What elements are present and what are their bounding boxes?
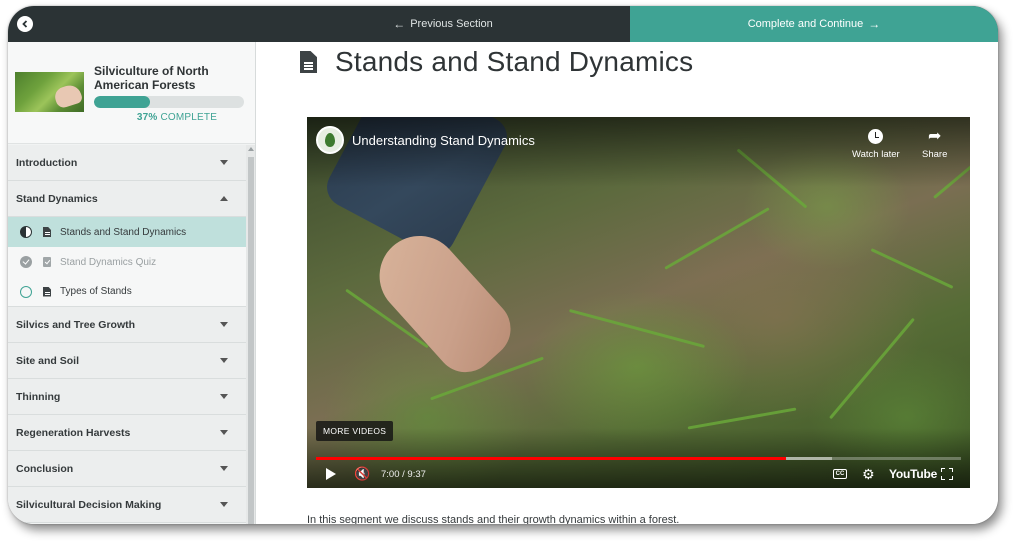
module-stand-dynamics[interactable]: Stand Dynamics	[8, 181, 246, 217]
module-site-and-soil[interactable]: Site and Soil	[8, 343, 246, 379]
module-label: Conclusion	[16, 462, 74, 475]
course-progress-fill	[94, 96, 150, 108]
previous-section-button[interactable]: ← Previous Section	[256, 6, 630, 42]
lesson-content: Stands and Stand Dynamics Understanding …	[256, 42, 998, 524]
lesson-stand-dynamics-quiz[interactable]: Stand Dynamics Quiz	[8, 247, 246, 277]
sidebar-scrollbar-thumb[interactable]	[248, 157, 254, 524]
complete-and-continue-button[interactable]: Complete and Continue →	[630, 6, 998, 42]
module-regeneration-harvests[interactable]: Regeneration Harvests	[8, 415, 246, 451]
video-player[interactable]: Understanding Stand Dynamics Watch later…	[307, 117, 970, 488]
lesson-stands-and-stand-dynamics[interactable]: Stands and Stand Dynamics	[8, 217, 246, 247]
arrow-right-icon: →	[868, 17, 881, 31]
channel-avatar[interactable]	[316, 126, 344, 154]
module-thinning[interactable]: Thinning	[8, 379, 246, 415]
watch-later-label: Watch later	[852, 149, 900, 160]
youtube-logo[interactable]: YouTube	[889, 465, 937, 483]
complete-and-continue-label: Complete and Continue	[747, 18, 864, 30]
module-conclusion[interactable]: Conclusion	[8, 451, 246, 487]
module-label: Stand Dynamics	[16, 192, 98, 205]
course-header: Silviculture of North American Forests 3…	[8, 42, 255, 144]
video-title[interactable]: Understanding Stand Dynamics	[352, 133, 535, 148]
course-thumbnail	[15, 72, 84, 112]
caret-down-icon	[220, 160, 228, 165]
lesson-label: Stand Dynamics Quiz	[60, 256, 157, 268]
gear-icon: ⚙	[862, 465, 875, 482]
module-label: Silvicultural Decision Making	[16, 498, 162, 511]
not-started-icon	[20, 285, 32, 298]
arrow-left-icon: ←	[393, 17, 406, 31]
course-sidebar: Silviculture of North American Forests 3…	[8, 42, 256, 524]
caret-down-icon	[220, 358, 228, 363]
module-label: Regeneration Harvests	[16, 426, 131, 439]
share-icon: ➦	[927, 128, 942, 145]
progress-suffix: COMPLETE	[160, 112, 218, 123]
more-videos-button[interactable]: MORE VIDEOS	[316, 421, 394, 441]
document-icon	[43, 227, 51, 237]
completed-check-icon	[20, 256, 32, 268]
play-icon	[326, 468, 336, 480]
caret-up-icon	[220, 196, 228, 201]
lesson-label: Types of Stands	[60, 286, 132, 297]
lesson-types-of-stands[interactable]: Types of Stands	[8, 277, 246, 307]
leaf-icon	[325, 133, 335, 147]
share-button[interactable]: ➦ Share	[922, 127, 947, 160]
caret-down-icon	[220, 430, 228, 435]
in-progress-icon	[20, 226, 32, 238]
watch-later-button[interactable]: Watch later	[852, 127, 900, 160]
fullscreen-icon	[941, 468, 953, 480]
caret-down-icon	[220, 394, 228, 399]
app-window: ← Previous Section Complete and Continue…	[8, 6, 998, 524]
captions-button[interactable]: CC	[833, 465, 847, 483]
fullscreen-button[interactable]	[941, 465, 953, 483]
lesson-header: Stands and Stand Dynamics	[300, 42, 693, 82]
course-title: Silviculture of North American Forests	[94, 64, 209, 92]
module-silvics-and-tree-growth[interactable]: Silvics and Tree Growth	[8, 307, 246, 343]
video-buffered-bar	[785, 457, 832, 460]
quiz-icon	[43, 257, 51, 267]
caret-down-icon	[220, 322, 228, 327]
module-label: Introduction	[16, 156, 78, 169]
top-navigation-bar: ← Previous Section Complete and Continue…	[8, 6, 998, 42]
muted-speaker-icon: 🔇	[354, 466, 371, 481]
previous-section-label: Previous Section	[410, 18, 493, 30]
module-label: Thinning	[16, 390, 61, 403]
module-introduction[interactable]: Introduction	[8, 145, 246, 181]
video-progress-bar[interactable]	[316, 457, 961, 460]
chevron-left-icon	[17, 16, 33, 32]
closed-captions-icon: CC	[833, 469, 847, 479]
module-silvicultural-decision-making[interactable]: Silvicultural Decision Making	[8, 487, 246, 523]
module-label: Silvics and Tree Growth	[16, 318, 136, 331]
settings-button[interactable]: ⚙	[862, 465, 875, 483]
module-label: Site and Soil	[16, 354, 80, 367]
document-icon	[43, 286, 51, 297]
lesson-title: Stands and Stand Dynamics	[335, 46, 694, 77]
clock-icon	[868, 128, 884, 144]
course-progress-bar	[94, 96, 244, 108]
progress-percent: 37%	[136, 112, 158, 123]
mute-button[interactable]: 🔇	[354, 465, 370, 483]
video-controls: 🔇 7:00 / 9:37 CC ⚙ YouTube	[307, 463, 970, 485]
caret-down-icon	[220, 466, 228, 471]
caret-down-icon	[220, 502, 228, 507]
share-label: Share	[922, 149, 948, 160]
video-time: 7:00 / 9:37	[381, 468, 426, 480]
back-button[interactable]	[8, 6, 42, 42]
video-played-bar	[316, 457, 786, 460]
scroll-up-arrow-icon[interactable]	[248, 147, 254, 151]
lesson-description: In this segment we discuss stands and th…	[307, 514, 680, 524]
play-button[interactable]	[326, 465, 336, 483]
document-icon	[300, 51, 317, 73]
module-list: Introduction Stand Dynamics Stands and S…	[8, 145, 246, 523]
course-progress-label: 37% COMPLETE	[94, 112, 255, 123]
lesson-label: Stands and Stand Dynamics	[60, 226, 187, 238]
